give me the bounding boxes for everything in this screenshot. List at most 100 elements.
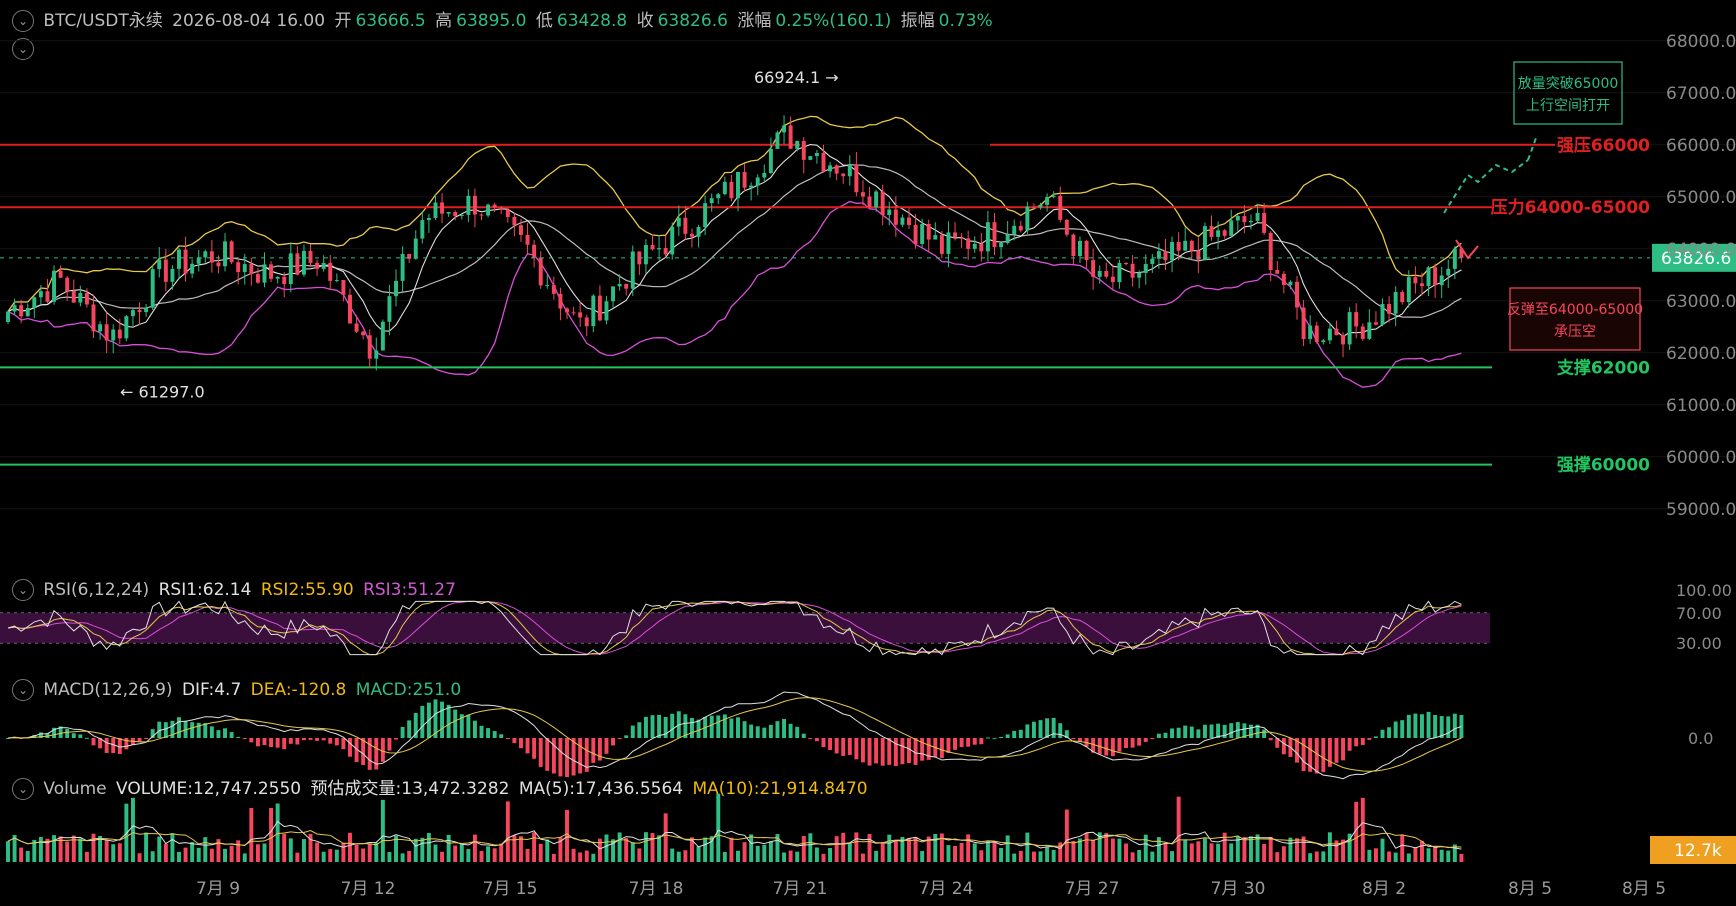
volume-bar-129 — [854, 832, 859, 862]
candle-body-111 — [736, 171, 740, 199]
candle-body-54 — [361, 331, 366, 336]
volume-bar-182 — [1202, 838, 1207, 862]
volume-bar-17 — [117, 843, 122, 862]
macd-bar-174 — [1150, 738, 1155, 739]
candle-body-58 — [387, 296, 392, 322]
candle-body-190 — [1255, 212, 1260, 221]
macd-bar-38 — [255, 738, 260, 747]
volume-bar-67 — [446, 834, 451, 862]
price-tick-3: 65000.0 — [1666, 188, 1736, 208]
volume-bar-2 — [19, 847, 24, 862]
macd-bar-144 — [953, 738, 957, 750]
candle-body-88 — [584, 317, 589, 327]
candle-body-32 — [216, 262, 221, 267]
candle-body-155 — [1025, 206, 1030, 231]
macd-bar-10 — [71, 733, 76, 738]
candle-body-202 — [1334, 328, 1339, 336]
macd-bar-89 — [591, 738, 596, 763]
volume-bar-106 — [703, 837, 708, 862]
candle-body-80 — [532, 244, 537, 258]
volume-bar-146 — [966, 834, 971, 862]
level-label-3: 强撑60000 — [1557, 455, 1650, 476]
macd-bar-68 — [453, 709, 458, 738]
candle-body-174 — [1150, 258, 1155, 265]
candle-body-49 — [328, 262, 333, 281]
volume-bar-51 — [341, 842, 346, 862]
volume-bar-142 — [939, 833, 944, 862]
macd-bar-113 — [749, 724, 754, 738]
candle-body-199 — [1314, 325, 1319, 343]
macd-bar-154 — [1018, 729, 1023, 738]
candle-body-210 — [1387, 304, 1392, 314]
candle-body-193 — [1275, 270, 1280, 274]
macd-bar-115 — [762, 727, 767, 738]
candle-body-112 — [742, 171, 747, 188]
volume-bar-26 — [177, 851, 181, 862]
volume-bar-115 — [762, 844, 767, 862]
candle-body-209 — [1380, 304, 1385, 325]
volume-bar-201 — [1327, 832, 1332, 862]
macd-bar-31 — [209, 726, 214, 738]
bull-arrow-head — [1527, 137, 1537, 161]
price-tick-8: 60000.0 — [1666, 448, 1736, 468]
macd-bar-200 — [1321, 738, 1326, 773]
candle-body-185 — [1222, 230, 1227, 236]
macd-bar-215 — [1419, 714, 1424, 738]
volume-bar-172 — [1137, 849, 1142, 862]
candle-body-74 — [492, 204, 497, 208]
macd-bar-97 — [643, 716, 648, 738]
price-chart[interactable]: 强压66000压力64000-65000支撑62000强撑60000 63826… — [0, 0, 1736, 906]
macd-bar-126 — [834, 738, 839, 754]
macd-bar-213 — [1406, 714, 1411, 738]
volume-bar-125 — [828, 847, 833, 862]
candle-body-129 — [854, 164, 859, 193]
macd-tick-0: 0.0 — [1688, 729, 1713, 748]
candle-body-23 — [157, 259, 162, 270]
boll-lower-line — [7, 200, 1462, 388]
volume-bar-61 — [407, 850, 412, 862]
macd-bar-209 — [1380, 729, 1385, 738]
macd-bar-48 — [321, 738, 326, 741]
candle-body-56 — [374, 350, 379, 359]
candle-body-145 — [959, 237, 964, 239]
macd-bar-160 — [1058, 723, 1063, 738]
macd-bar-86 — [571, 738, 576, 776]
macd-bar-36 — [242, 738, 247, 739]
volume-bar-29 — [196, 847, 201, 862]
macd-bar-37 — [249, 738, 254, 743]
volume-bar-72 — [479, 850, 484, 862]
macd-bar-220 — [1452, 713, 1457, 738]
level-label-2: 支撑62000 — [1557, 357, 1650, 378]
scenario-down-text-0: 反弹至64000-65000 — [1507, 302, 1643, 318]
volume-bar-207 — [1367, 849, 1372, 862]
macd-bar-93 — [617, 738, 622, 739]
macd-bar-117 — [775, 721, 780, 738]
macd-bar-212 — [1400, 720, 1405, 738]
candle-body-106 — [703, 203, 708, 228]
candle-body-66 — [440, 202, 445, 214]
macd-bar-127 — [841, 738, 846, 756]
volume-bar-153 — [1012, 853, 1017, 862]
candle-body-73 — [486, 204, 491, 216]
macd-bar-47 — [315, 738, 320, 741]
volume-bar-97 — [643, 832, 648, 862]
volume-bar-208 — [1373, 848, 1378, 862]
candle-body-92 — [611, 286, 616, 302]
candle-body-124 — [821, 153, 826, 172]
candle-body-146 — [966, 238, 971, 249]
macd-bar-207 — [1367, 738, 1372, 740]
candle-body-20 — [137, 310, 142, 313]
candle-body-192 — [1268, 232, 1273, 271]
macd-bar-170 — [1124, 738, 1128, 749]
candle-body-2 — [19, 305, 24, 317]
candle-body-168 — [1110, 276, 1115, 283]
candle-body-128 — [847, 164, 852, 177]
macd-bar-121 — [801, 733, 806, 738]
volume-bar-11 — [78, 838, 83, 862]
candle-body-70 — [466, 195, 471, 215]
macd-bar-175 — [1156, 733, 1161, 738]
candle-body-62 — [413, 238, 418, 259]
candle-body-21 — [144, 307, 149, 313]
candle-body-82 — [545, 285, 550, 287]
macd-bar-101 — [670, 713, 675, 738]
